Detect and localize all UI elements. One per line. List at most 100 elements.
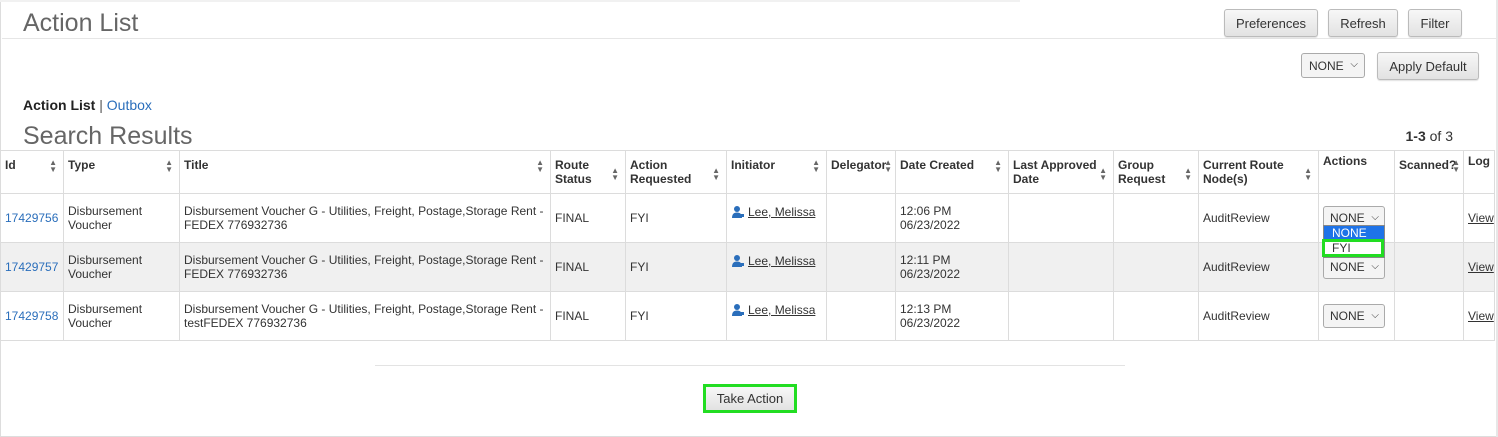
type-cell: Disbursement Voucher (63, 242, 180, 292)
route-node-cell: AuditReview (1198, 193, 1319, 243)
action-requested-cell: FYI (625, 291, 727, 341)
column-header-initiator[interactable]: Initiator ▲ ▼ (726, 150, 827, 194)
column-header-group-request[interactable]: Group Request ▲ ▼ (1113, 150, 1199, 194)
route-status-cell: FINAL (550, 242, 626, 292)
refresh-button[interactable]: Refresh (1328, 9, 1398, 37)
fyi-option-highlight-box (1322, 239, 1384, 257)
sort-arrows-icon[interactable]: ▲ ▼ (49, 159, 57, 174)
sort-arrows-icon[interactable]: ▲ ▼ (1304, 167, 1312, 182)
results-range: 1-3 of 3 (1406, 128, 1453, 144)
document-id-link[interactable]: 17429758 (5, 309, 58, 323)
chevron-down-icon: ⌵ (1371, 212, 1379, 223)
page-title: Action List (23, 9, 139, 37)
sort-arrows-icon[interactable]: ▲ ▼ (712, 167, 720, 182)
column-header-route-status[interactable]: Route Status ▲ ▼ (550, 150, 626, 194)
row-action-value: NONE (1330, 260, 1365, 274)
action-list-table: Id ▲ ▼ Type ▲ ▼ Title ▲ ▼ Route Status ▲ ▼ Actio… (0, 150, 1495, 341)
date-created-cell: 12:13 PM 06/23/2022 (895, 291, 1009, 341)
row-action-select[interactable]: NONE ⌵ (1323, 255, 1385, 279)
column-header-last-approved-date[interactable]: Last Approved Date ▲ ▼ (1008, 150, 1114, 194)
list-tabs: Action List | Outbox (23, 97, 152, 113)
sort-arrows-icon[interactable]: ▲ ▼ (812, 159, 820, 174)
sort-arrows-icon[interactable]: ▲ ▼ (884, 159, 892, 174)
chevron-down-icon: ⌵ (1350, 59, 1358, 70)
search-results-title: Search Results (23, 122, 193, 150)
apply-default-button[interactable]: Apply Default (1377, 52, 1479, 80)
top-divider (0, 0, 1020, 2)
date-created-day: 06/23/2022 (900, 316, 961, 330)
group-request-cell (1113, 242, 1199, 292)
table-row: 17429758 Disbursement Voucher Disburseme… (0, 291, 1495, 341)
column-header-type[interactable]: Type ▲ ▼ (63, 150, 180, 194)
sort-arrows-icon[interactable]: ▲ ▼ (536, 159, 544, 174)
last-approved-cell (1008, 242, 1114, 292)
log-view-link[interactable]: View (1468, 211, 1494, 225)
route-status-cell: FINAL (550, 193, 626, 243)
header-divider (2, 38, 1496, 39)
group-request-cell (1113, 291, 1199, 341)
column-header-route-node[interactable]: Current Route Node(s) ▲ ▼ (1198, 150, 1319, 194)
document-id-link[interactable]: 17429757 (5, 260, 58, 274)
log-view-link[interactable]: View (1468, 309, 1494, 323)
document-id-link[interactable]: 17429756 (5, 211, 58, 225)
column-header-actions: Actions (1318, 150, 1395, 194)
route-node-cell: AuditReview (1198, 291, 1319, 341)
initiator-name: Lee, Melissa (748, 205, 816, 219)
default-action-value: NONE (1309, 58, 1344, 73)
person-icon (731, 303, 745, 317)
row-action-value: NONE (1330, 309, 1365, 323)
date-created-time: 12:06 PM (900, 204, 952, 218)
initiator-link[interactable]: Lee, Melissa (731, 205, 815, 219)
delegator-cell (826, 242, 896, 292)
column-header-date-created[interactable]: Date Created ▲ ▼ (895, 150, 1009, 194)
initiator-link[interactable]: Lee, Melissa (731, 303, 815, 317)
type-cell: Disbursement Voucher (63, 193, 180, 243)
route-node-cell: AuditReview (1198, 242, 1319, 292)
date-created-time: 12:11 PM (900, 253, 951, 267)
sort-arrows-icon[interactable]: ▲ ▼ (994, 159, 1002, 174)
action-requested-cell: FYI (625, 193, 727, 243)
last-approved-cell (1008, 291, 1114, 341)
column-header-delegator[interactable]: Delegator ▲ ▼ (826, 150, 896, 194)
date-created-day: 06/23/2022 (900, 267, 961, 281)
table-row: 17429756 Disbursement Voucher Disburseme… (0, 193, 1495, 243)
sort-arrows-icon[interactable]: ▲ ▼ (165, 159, 173, 174)
row-action-value: NONE (1330, 211, 1365, 225)
take-action-button[interactable]: Take Action (703, 384, 797, 413)
default-action-select[interactable]: NONE ⌵ (1301, 53, 1365, 78)
footer-divider (375, 365, 1125, 366)
title-cell: Disbursement Voucher G - Utilities, Frei… (179, 193, 551, 243)
date-created-time: 12:13 PM (900, 302, 952, 316)
sort-arrows-icon[interactable]: ▲ ▼ (1452, 159, 1460, 174)
initiator-link[interactable]: Lee, Melissa (731, 254, 815, 268)
sort-arrows-icon[interactable]: ▲ ▼ (1184, 167, 1192, 182)
tab-outbox[interactable]: Outbox (107, 97, 152, 113)
scanned-cell (1394, 193, 1464, 243)
tab-action-list[interactable]: Action List (23, 97, 95, 113)
preferences-button[interactable]: Preferences (1224, 9, 1318, 37)
initiator-name: Lee, Melissa (748, 254, 816, 268)
scanned-cell (1394, 291, 1464, 341)
row-action-select[interactable]: NONE ⌵ (1323, 304, 1385, 328)
column-header-action-requested[interactable]: Action Requested ▲ ▼ (625, 150, 727, 194)
column-header-id[interactable]: Id ▲ ▼ (0, 150, 64, 194)
delegator-cell (826, 193, 896, 243)
table-row: 17429757 Disbursement Voucher Disburseme… (0, 242, 1495, 292)
person-icon (731, 205, 745, 219)
date-created-day: 06/23/2022 (900, 218, 961, 232)
log-view-link[interactable]: View (1468, 260, 1494, 274)
sort-arrows-icon[interactable]: ▲ ▼ (611, 167, 619, 182)
table-header-row: Id ▲ ▼ Type ▲ ▼ Title ▲ ▼ Route Status ▲ ▼ Actio… (0, 150, 1495, 194)
filter-button[interactable]: Filter (1408, 9, 1462, 37)
chevron-down-icon: ⌵ (1371, 310, 1379, 321)
initiator-name: Lee, Melissa (748, 303, 816, 317)
column-header-log: Log (1463, 150, 1495, 194)
tab-separator: | (99, 97, 103, 113)
title-cell: Disbursement Voucher G - Utilities, Frei… (179, 242, 551, 292)
column-header-scanned[interactable]: Scanned? ▲ ▼ (1394, 150, 1464, 194)
sort-arrows-icon[interactable]: ▲ ▼ (1099, 167, 1107, 182)
date-created-cell: 12:06 PM 06/23/2022 (895, 193, 1009, 243)
column-header-title[interactable]: Title ▲ ▼ (179, 150, 551, 194)
action-requested-cell: FYI (625, 242, 727, 292)
route-status-cell: FINAL (550, 291, 626, 341)
